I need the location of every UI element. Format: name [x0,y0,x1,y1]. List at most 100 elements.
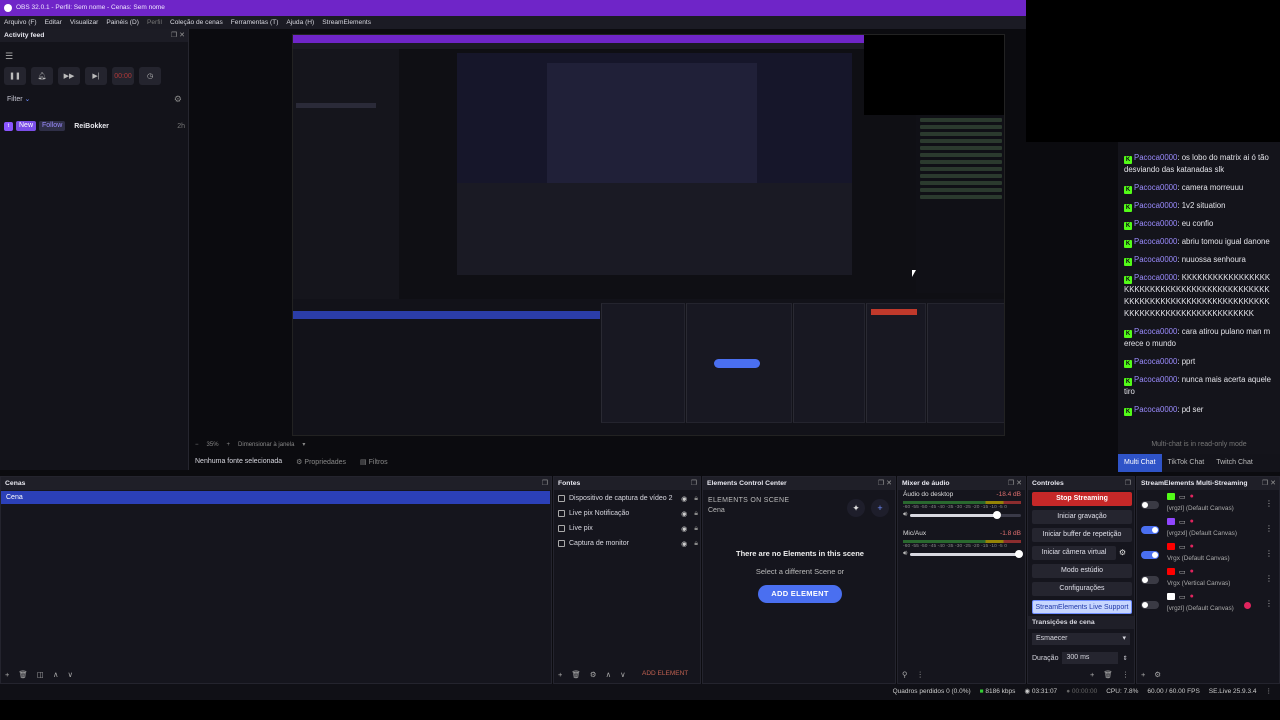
menu-docks[interactable]: Painéis (D) [106,16,139,29]
menu-file[interactable]: Arquivo (F) [4,16,37,29]
more-icon[interactable]: ⋮ [1265,499,1273,508]
gear-icon[interactable]: ⚙ [1154,670,1161,679]
lock-icon[interactable]: 🔒︎ [694,495,698,503]
dock-float-icon[interactable]: ❐ [542,477,548,490]
float-close-icons[interactable]: ❐ ✕ [1008,477,1022,490]
more-icon[interactable]: ⋮ [1265,599,1273,608]
pause-button[interactable]: ❚❚ [4,67,26,85]
timer-button[interactable]: 00:00 [112,67,134,85]
source-item[interactable]: Dispositivo de captura de vídeo 2 ◉ 🔒︎ [558,492,698,505]
more-icon[interactable]: ⋮ [1122,670,1130,679]
float-close-icons[interactable]: ❐ ✕ [878,477,892,490]
properties-button[interactable]: ⚙ Propriedades [296,458,346,466]
more-icon[interactable]: ⋮ [1265,524,1273,533]
target-toggle[interactable] [1141,601,1159,609]
float-close-icons[interactable]: ❐ ✕ [171,29,185,42]
control-button-0[interactable]: Stop Streaming [1032,492,1132,506]
link-icon[interactable]: ⚲ [902,670,908,679]
lock-icon[interactable]: 🔒︎ [694,510,698,518]
sparkle-icon[interactable]: ✦ [847,499,865,517]
speaker-icon[interactable]: 🔊︎ [903,511,907,519]
next-button[interactable]: ▶| [85,67,107,85]
trash-icon[interactable]: 🗑︎ [1103,670,1113,679]
slider-knob[interactable] [1014,550,1023,558]
menu-view[interactable]: Visualizar [70,16,98,29]
add-icon[interactable]: + [558,670,562,679]
menu-streamelements[interactable]: StreamElements [322,16,371,29]
hamburger-menu-icon[interactable]: ☰ [5,51,13,62]
volume-slider[interactable]: 🔊︎ [903,550,1023,558]
transition-select[interactable]: Esmaecer ▾ [1032,633,1130,645]
filters-button[interactable]: ▤ Filtros [360,458,388,466]
target-toggle[interactable] [1141,551,1159,559]
zoom-in-icon[interactable]: + [227,440,231,450]
skip-button[interactable]: ▶▶ [58,67,80,85]
add-element-button[interactable]: ADD ELEMENT [758,585,842,603]
menu-help[interactable]: Ajuda (H) [286,16,314,29]
control-button-2[interactable]: Iniciar buffer de repetição [1032,528,1132,542]
control-button-5[interactable]: Configurações [1032,582,1132,596]
resize-mode[interactable]: Dimensionar à janela [238,440,294,450]
source-item[interactable]: Live pix Notificação ◉ 🔒︎ [558,507,698,520]
plus-icon[interactable]: + [871,499,889,517]
lock-icon[interactable]: 🔒︎ [694,540,698,548]
menu-scene-collection[interactable]: Coleção de cenas [170,16,223,29]
gear-icon[interactable]: ⚙ [590,670,597,679]
target-toggle[interactable] [1141,501,1159,509]
eye-icon[interactable]: ◉ [681,540,687,548]
menu-bar: Arquivo (F) Editar Visualizar Painéis (D… [0,16,1026,29]
gear-icon[interactable]: ⚙ [174,94,182,105]
eye-icon[interactable]: ◉ [681,510,687,518]
move-up-icon[interactable]: ∧ [53,670,59,679]
control-button-3[interactable]: Iniciar câmera virtual [1032,546,1116,560]
add-icon[interactable]: + [1090,670,1094,679]
target-toggle[interactable] [1141,576,1159,584]
add-icon[interactable]: + [1141,670,1145,679]
eye-icon[interactable]: ◉ [681,525,687,533]
slider-knob[interactable] [992,511,1001,519]
float-close-icons[interactable]: ❐ ✕ [1262,477,1276,490]
control-button-4[interactable]: Modo estúdio [1032,564,1132,578]
zoom-out-icon[interactable]: − [195,440,199,450]
program-preview-canvas[interactable] [292,34,1005,436]
more-icon[interactable]: ⋮ [1265,574,1273,583]
scene-item-selected[interactable]: Cena [1,491,550,504]
more-icon[interactable]: ⋮ [1265,549,1273,558]
clock-button[interactable]: ◷ [139,67,161,85]
filter-dropdown[interactable]: Filter ⌄ [7,95,30,103]
control-button-1[interactable]: Iniciar gravação [1032,510,1132,524]
trash-icon[interactable]: 🗑︎ [571,670,581,679]
add-element-footer-button[interactable]: ADD ELEMENT [642,670,688,677]
se-menu-icon[interactable]: ⋮ [1266,684,1273,700]
activity-event-row[interactable]: t New Follow ReiBokker 2h [4,120,185,132]
move-up-icon[interactable]: ∧ [606,670,612,679]
eye-icon[interactable]: ◉ [681,495,687,503]
resize-dropdown-icon[interactable]: ▾ [302,440,305,450]
source-item[interactable]: Live pix ◉ 🔒︎ [558,522,698,535]
menu-edit[interactable]: Editar [45,16,62,29]
move-down-icon[interactable]: ∨ [68,670,74,679]
tab-chat-1[interactable]: TikTok Chat [1162,454,1211,472]
tab-chat-2[interactable]: Twitch Chat [1210,454,1259,472]
menu-profile[interactable]: Perfil [147,16,162,29]
control-button-6[interactable]: StreamElements Live Support [1032,600,1132,614]
trash-icon[interactable]: 🗑︎ [18,670,28,679]
tab-chat-0[interactable]: Multi Chat [1118,454,1162,472]
move-down-icon[interactable]: ∨ [620,670,626,679]
duration-input[interactable]: 300 ms [1062,652,1119,664]
spinner-icon[interactable]: ⇕ [1122,655,1127,662]
bell-button[interactable]: 🔔︎ [31,67,53,85]
more-icon[interactable]: ⋮ [917,670,925,679]
chat-username: Pacoca0000 [1134,201,1178,210]
menu-tools[interactable]: Ferramentas (T) [231,16,279,29]
lock-icon[interactable]: 🔒︎ [694,525,698,533]
filter-icon[interactable]: ◫ [37,670,44,679]
source-item[interactable]: Captura de monitor ◉ 🔒︎ [558,537,698,550]
add-icon[interactable]: + [5,670,9,679]
gear-icon[interactable]: ⚙ [1119,548,1126,557]
dock-float-icon[interactable]: ❐ [691,477,697,490]
volume-slider[interactable]: 🔊︎ [903,511,1021,519]
speaker-icon[interactable]: 🔊︎ [903,550,907,558]
target-toggle[interactable] [1141,526,1159,534]
dock-float-icon[interactable]: ❐ [1125,477,1131,490]
